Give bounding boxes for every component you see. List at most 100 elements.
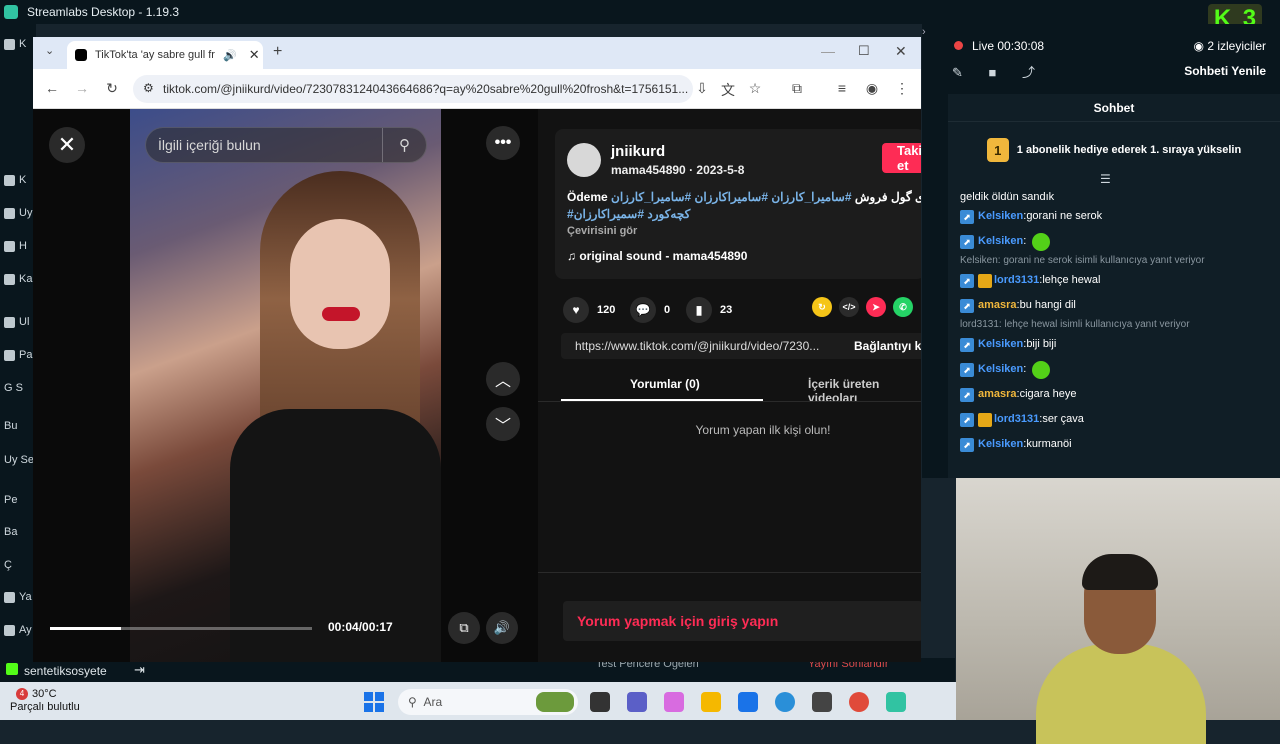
previous-video-button[interactable]: ︿ [486,362,520,396]
sidebar-item[interactable]: Bu [4,420,36,432]
chat-username[interactable]: lord3131 [994,407,1039,432]
edit-icon[interactable]: ✎ [952,65,963,80]
login-to-comment-button[interactable]: Yorum yapmak için giriş yapın [563,601,921,641]
windows-start-icon[interactable] [364,692,384,712]
pinned-toggle-icon[interactable]: ☰ [1100,172,1111,186]
next-video-button[interactable]: ﹀ [486,407,520,441]
reload-icon[interactable]: ↻ [103,80,121,97]
sidebar-item[interactable]: Ay [4,624,36,636]
volume-button[interactable]: 🔊 [486,612,518,644]
install-app-icon[interactable]: ⇩ [693,80,711,97]
embed-icon[interactable]: </> [839,297,859,317]
media-control-icon[interactable]: ≡ [833,80,851,96]
sidebar-item[interactable]: Ba [4,526,36,538]
sidebar-item[interactable]: Pe [4,494,36,506]
see-translation-link[interactable]: Çevirisini gör [567,225,637,237]
sidebar-item[interactable]: Ka [4,273,36,285]
sidebar-item[interactable]: Uy Se [4,454,36,466]
repost-icon[interactable]: ↻ [812,297,832,317]
sidebar-item[interactable]: K [4,174,36,186]
task-view-icon[interactable] [590,692,610,712]
teams-icon[interactable] [627,692,647,712]
chat-username[interactable]: Kelsiken [978,357,1023,382]
maximize-icon[interactable]: ☐ [858,43,870,59]
store-icon[interactable] [738,692,758,712]
sidebar-item[interactable]: K [4,38,36,50]
hashtags[interactable]: #سامیرا_کارزان #سامیراکارزان #سامیرا_کار… [611,190,852,204]
back-icon[interactable]: ← [43,80,61,96]
username[interactable]: jniikurd [611,143,665,160]
chat-username[interactable]: Kelsiken [978,332,1023,357]
video-progress-bar[interactable] [50,627,312,630]
close-tab-icon[interactable]: ✕ [249,47,260,63]
collapse-chevron-icon[interactable]: › [922,26,926,38]
bookmark-icon[interactable]: ▮ [686,297,712,323]
comment-icon[interactable]: 💬 [630,297,656,323]
translate-icon[interactable]: 文 [719,80,737,100]
chrome-icon[interactable] [849,692,869,712]
whatsapp-icon[interactable]: ✆ [893,297,913,317]
tab-search-icon[interactable]: ⌄ [45,44,54,57]
sound-link[interactable]: ♫ original sound - mama454890 [567,249,747,263]
chat-message: ⬈ Kelsiken: [960,357,1276,382]
refresh-chat-button[interactable]: Sohbeti Yenile [1184,64,1266,78]
profile-icon[interactable]: ◉ [863,80,881,97]
gift-leaderboard-banner[interactable]: 1 1 abonelik hediye ederek 1. sıraya yük… [948,132,1280,168]
speaker-icon[interactable]: 🔊 [223,49,237,62]
logout-icon[interactable]: ⇥ [134,662,145,678]
chat-username[interactable]: amasra [978,293,1017,318]
user-icon [4,207,15,219]
picture-in-picture-button[interactable]: ⧉ [448,612,480,644]
follow-button[interactable]: Takip et [882,143,921,173]
menu-icon[interactable]: ⋮ [893,80,911,97]
sidebar-item[interactable]: H [4,240,36,252]
verified-badge-icon: ⬈ [960,209,974,224]
browser-tab[interactable]: TikTok'ta 'ay sabre gull frosh 🔊 ✕ [67,41,263,69]
sidebar-item[interactable]: G S [4,382,36,394]
chat-username[interactable]: amasra [978,382,1017,407]
new-tab-icon[interactable]: + [273,43,282,61]
colon: : [1023,363,1027,375]
chat-username[interactable]: Kelsiken [978,229,1023,254]
site-info-icon[interactable]: ⚙ [143,81,154,95]
sidebar-item[interactable]: Ç [4,559,36,571]
like-stat[interactable]: ♥ 120 [563,297,615,323]
chat-username[interactable]: Kelsiken [978,432,1023,457]
heart-icon[interactable]: ♥ [563,297,589,323]
close-window-icon[interactable]: ✕ [895,43,907,60]
copilot-icon[interactable] [664,692,684,712]
share-icon[interactable]: ⤴ [1022,65,1035,80]
file-explorer-icon[interactable] [701,692,721,712]
related-search-input[interactable]: İlgili içeriği bulun ⚲ [145,127,427,163]
close-video-button[interactable]: ✕ [49,127,85,163]
edge-icon[interactable] [775,692,795,712]
extensions-icon[interactable]: ⧉ [788,80,806,97]
copy-link-button[interactable]: Bağlantıyı kopyala [846,333,921,359]
live-indicator-icon [954,41,963,50]
avatar[interactable] [567,143,601,177]
forward-icon[interactable]: → [73,80,91,96]
tab-comments[interactable]: Yorumlar (0) [630,377,700,391]
comment-stat[interactable]: 💬 0 [630,297,670,323]
video-subject-lips [322,307,360,321]
account-name[interactable]: sentetiksosyete [24,664,107,678]
sidebar-item[interactable]: Ul [4,316,36,328]
send-icon[interactable]: ➤ [866,297,886,317]
hashtags-line-2[interactable]: #کچەکورد #سمیراکارزان [567,206,921,223]
minimize-icon[interactable]: — [821,43,835,59]
save-stat[interactable]: ▮ 23 [686,297,732,323]
more-options-button[interactable]: ••• [486,126,520,160]
camera-icon[interactable]: ■ [989,65,997,80]
sidebar-item[interactable]: Pa [4,349,36,361]
search-icon[interactable]: ⚲ [382,128,426,162]
bookmark-star-icon[interactable]: ☆ [746,80,764,97]
sidebar-item[interactable]: Ya [4,591,36,603]
taskbar-search-input[interactable]: ⚲ Ara [398,689,578,715]
streamlabs-icon[interactable] [886,692,906,712]
chat-username[interactable]: Kelsiken [978,204,1023,229]
sidebar-item[interactable]: Uy [4,207,36,219]
app-icon[interactable] [812,692,832,712]
video-player[interactable] [130,109,441,662]
url-field[interactable]: ⚙ tiktok.com/@jniikurd/video/72307831240… [133,75,693,103]
chat-username[interactable]: lord3131 [994,268,1039,293]
